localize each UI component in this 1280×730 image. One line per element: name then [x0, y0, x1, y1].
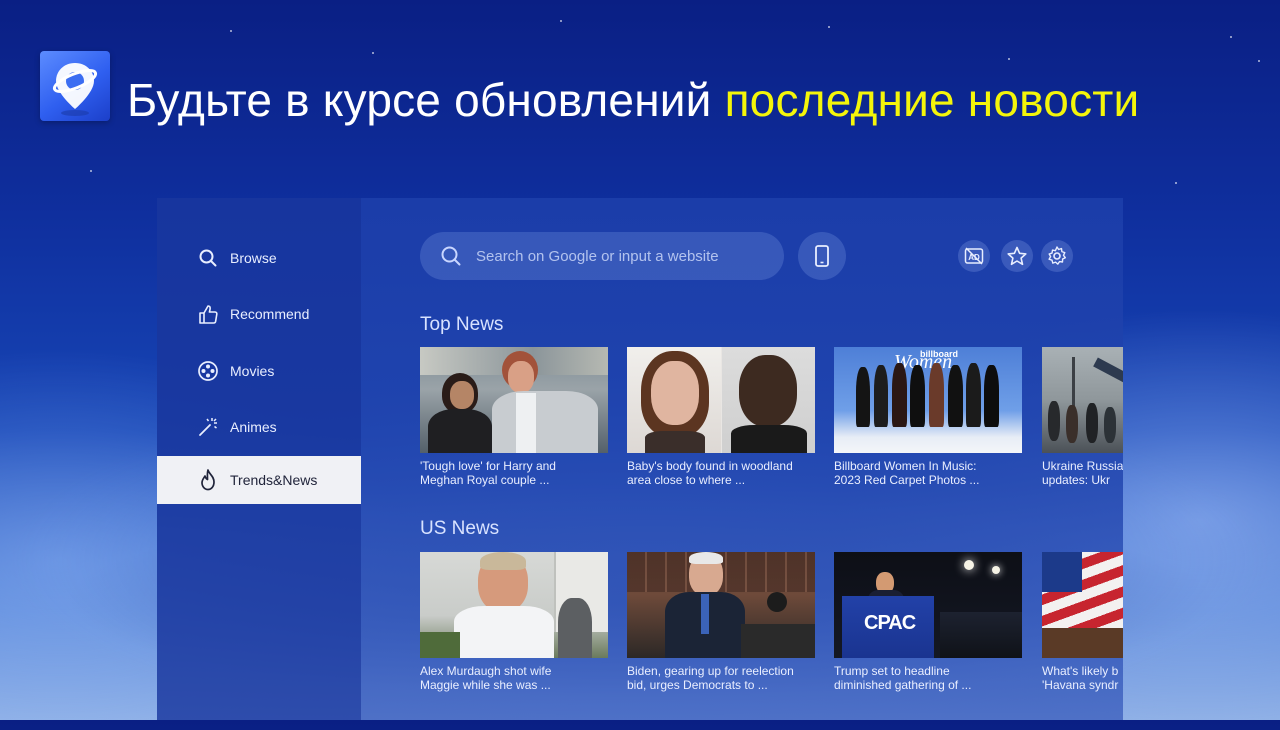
search-icon — [441, 246, 461, 266]
search-bar[interactable]: Search on Google or input a website — [420, 232, 784, 280]
news-caption: Trump set to headline diminished gatherin… — [834, 664, 972, 692]
news-caption: Biden, gearing up for reelection bid, urg… — [627, 664, 794, 692]
sidebar-item-recommend[interactable]: Recommend — [157, 290, 361, 338]
news-card[interactable]: CPAC Trump set to headline diminished gat… — [834, 552, 1022, 692]
phone-button[interactable] — [798, 232, 846, 280]
search-placeholder: Search on Google or input a website — [476, 247, 719, 265]
news-card[interactable]: Alex Murdaugh shot wife Maggie while she … — [420, 552, 608, 692]
flame-icon — [196, 468, 220, 492]
sidebar-item-browse[interactable]: Browse — [157, 234, 361, 282]
browser-screen: Browse Recommend Movies Animes Trends&Ne… — [157, 198, 1123, 720]
promo-headline: Будьте в курсе обновлений последние ново… — [127, 70, 1139, 130]
headline-white: Будьте в курсе обновлений — [127, 74, 712, 126]
news-card[interactable]: What's likely b 'Havana syndr — [1042, 552, 1123, 692]
search-icon — [196, 246, 220, 270]
news-thumbnail — [420, 552, 608, 658]
sidebar-item-label: Browse — [230, 250, 277, 266]
sidebar-item-label: Trends&News — [230, 472, 318, 488]
magic-wand-icon — [196, 415, 220, 439]
news-card[interactable]: 'Tough love' for Harry and Meghan Royal c… — [420, 347, 608, 487]
film-reel-icon — [196, 359, 220, 383]
phone-icon — [815, 245, 829, 267]
ad-block-icon: AD — [964, 247, 984, 265]
news-card[interactable]: Biden, gearing up for reelection bid, urg… — [627, 552, 815, 692]
news-caption: What's likely b 'Havana syndr — [1042, 664, 1119, 692]
planet-pin-icon — [52, 63, 98, 116]
sidebar-item-trends-news[interactable]: Trends&News — [157, 456, 361, 504]
news-card[interactable]: billboard Women Billboard Women In Music… — [834, 347, 1022, 487]
thumbs-up-icon — [196, 302, 220, 326]
sidebar-item-label: Recommend — [230, 306, 310, 322]
news-caption: Alex Murdaugh shot wife Maggie while she … — [420, 664, 552, 692]
news-thumbnail: billboard Women — [834, 347, 1022, 453]
settings-button[interactable] — [1041, 240, 1073, 272]
main-content: Search on Google or input a website AD T… — [361, 198, 1123, 720]
news-caption: Baby's body found in woodland area close … — [627, 459, 793, 487]
star-icon — [1007, 246, 1027, 266]
news-thumbnail — [627, 552, 815, 658]
headline-accent: последние новости — [724, 74, 1140, 126]
app-logo — [40, 51, 110, 121]
news-thumbnail — [420, 347, 608, 453]
section-title-us-news: US News — [420, 518, 500, 539]
sidebar-item-label: Animes — [230, 419, 277, 435]
news-card[interactable]: Baby's body found in woodland area close … — [627, 347, 815, 487]
section-title-top-news: Top News — [420, 314, 504, 335]
sidebar-item-animes[interactable]: Animes — [157, 403, 361, 451]
news-thumbnail — [627, 347, 815, 453]
sidebar-item-movies[interactable]: Movies — [157, 347, 361, 395]
news-thumbnail: CPAC — [834, 552, 1022, 658]
news-card[interactable]: Ukraine Russia updates: Ukr — [1042, 347, 1123, 487]
thumbnail-cpac-text: CPAC — [864, 612, 916, 634]
news-thumbnail — [1042, 552, 1123, 658]
news-caption: 'Tough love' for Harry and Meghan Royal c… — [420, 459, 556, 487]
favorites-button[interactable] — [1001, 240, 1033, 272]
sidebar: Browse Recommend Movies Animes Trends&Ne… — [157, 198, 361, 720]
news-thumbnail — [1042, 347, 1123, 453]
ad-block-button[interactable]: AD — [958, 240, 990, 272]
sidebar-item-label: Movies — [230, 363, 275, 379]
news-caption: Ukraine Russia updates: Ukr — [1042, 459, 1123, 487]
news-caption: Billboard Women In Music: 2023 Red Carpet… — [834, 459, 980, 487]
gear-icon — [1048, 246, 1066, 265]
